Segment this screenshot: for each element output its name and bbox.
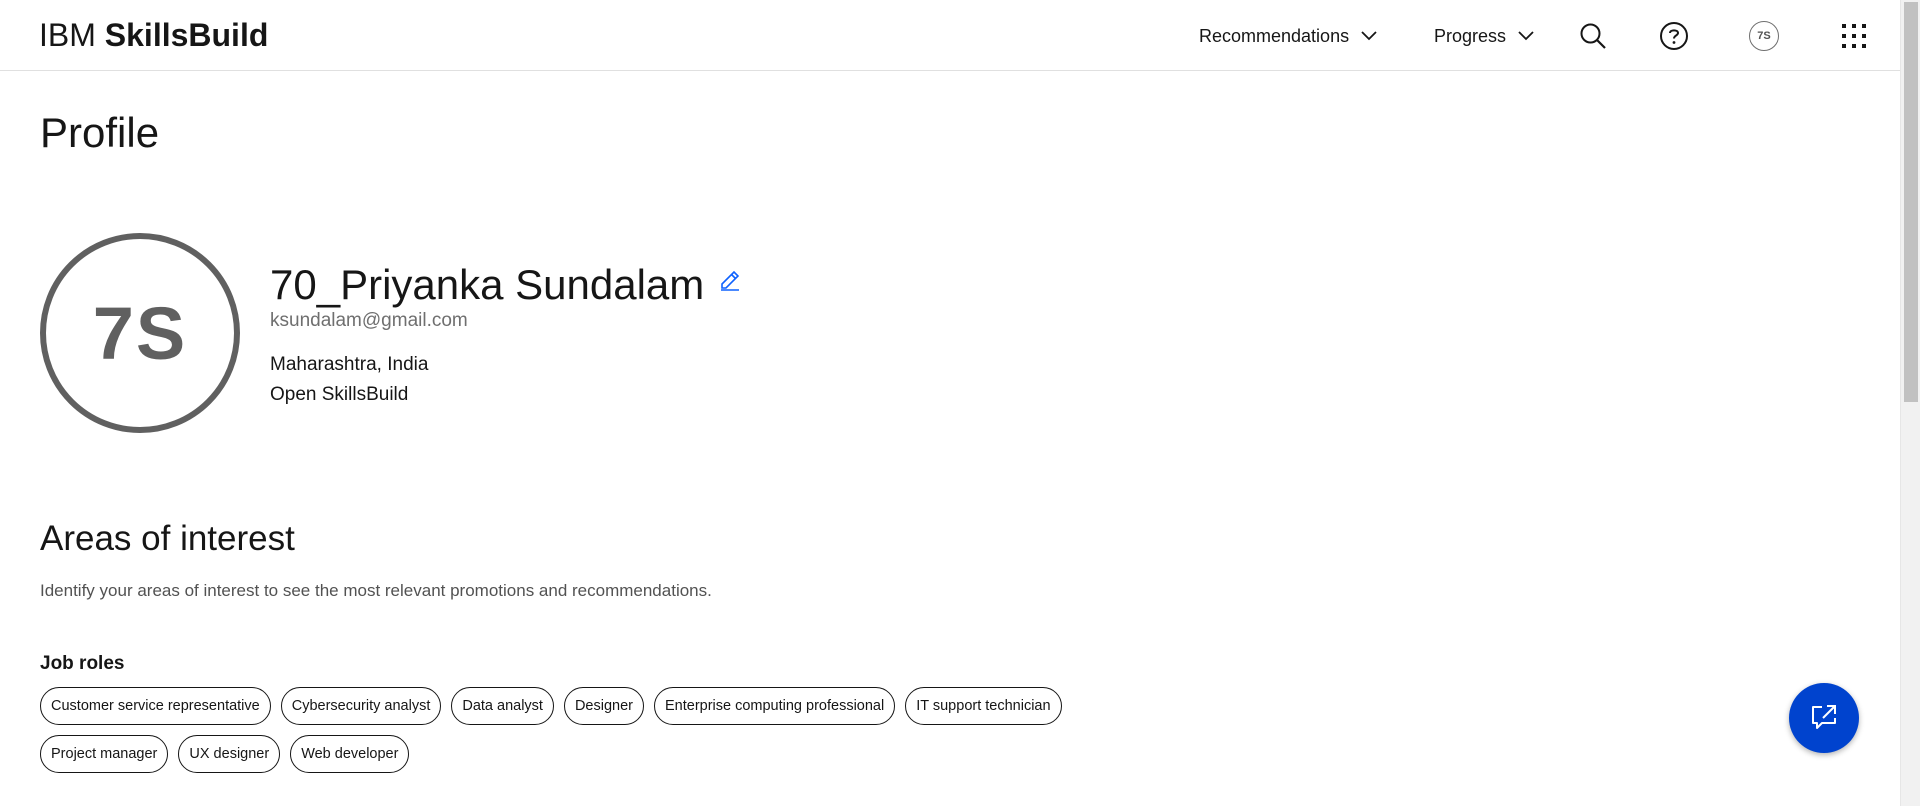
job-role-tag[interactable]: Cybersecurity analyst [280,687,442,725]
job-role-tag[interactable]: IT support technician [905,687,1062,725]
nav-progress[interactable]: Progress [1434,22,1534,50]
job-role-tag[interactable]: Designer [563,687,644,725]
job-role-tag[interactable]: Data analyst [451,687,554,725]
profile-email: ksundalam@gmail.com [270,310,468,331]
nav-progress-label: Progress [1434,25,1507,46]
nav-recommendations[interactable]: Recommendations [1199,22,1377,50]
chat-launch-button[interactable] [1789,683,1859,753]
help-icon [1660,22,1688,50]
search-icon [1580,23,1606,49]
profile-name-row: 70_Priyanka Sundalam [270,258,742,312]
edit-icon [721,270,740,291]
job-roles-row-1: Customer service representative Cybersec… [40,687,1062,725]
avatar: 7S [1749,21,1779,51]
areas-of-interest-title: Areas of interest [40,519,295,558]
job-roles-title: Job roles [40,653,125,674]
areas-of-interest-description: Identify your areas of interest to see t… [40,581,712,600]
brand-prefix: IBM [39,17,96,53]
brand-logo[interactable]: IBM SkillsBuild [39,16,268,54]
job-role-tag[interactable]: Web developer [290,735,410,773]
brand-name: SkillsBuild [104,17,269,53]
page-scrollbar[interactable] [1900,0,1920,806]
app-switcher-icon [1842,24,1866,48]
job-role-tag[interactable]: Customer service representative [40,687,271,725]
top-header: IBM SkillsBuild Recommendations Progress… [0,0,1900,71]
chevron-down-icon [1518,31,1534,41]
profile-location: Maharashtra, India [270,354,429,375]
job-role-tag[interactable]: UX designer [178,735,281,773]
scrollbar-thumb[interactable] [1904,2,1918,402]
edit-profile-button[interactable] [718,268,742,292]
app-switcher-button[interactable] [1835,17,1873,55]
profile-avatar: 7S [40,233,240,433]
job-roles-row-2: Project manager UX designer Web develope… [40,735,410,773]
search-button[interactable] [1574,17,1612,55]
nav-recommendations-label: Recommendations [1199,25,1350,46]
job-role-tag[interactable]: Enterprise computing professional [653,687,896,725]
help-button[interactable] [1655,17,1693,55]
chevron-down-icon [1361,31,1377,41]
profile-organization: Open SkillsBuild [270,384,409,405]
page-title: Profile [40,109,160,156]
job-role-tag[interactable]: Project manager [40,735,169,773]
profile-name: 70_Priyanka Sundalam [270,261,705,308]
chat-launch-icon [1812,705,1836,729]
user-menu-button[interactable]: 7S [1745,17,1783,55]
